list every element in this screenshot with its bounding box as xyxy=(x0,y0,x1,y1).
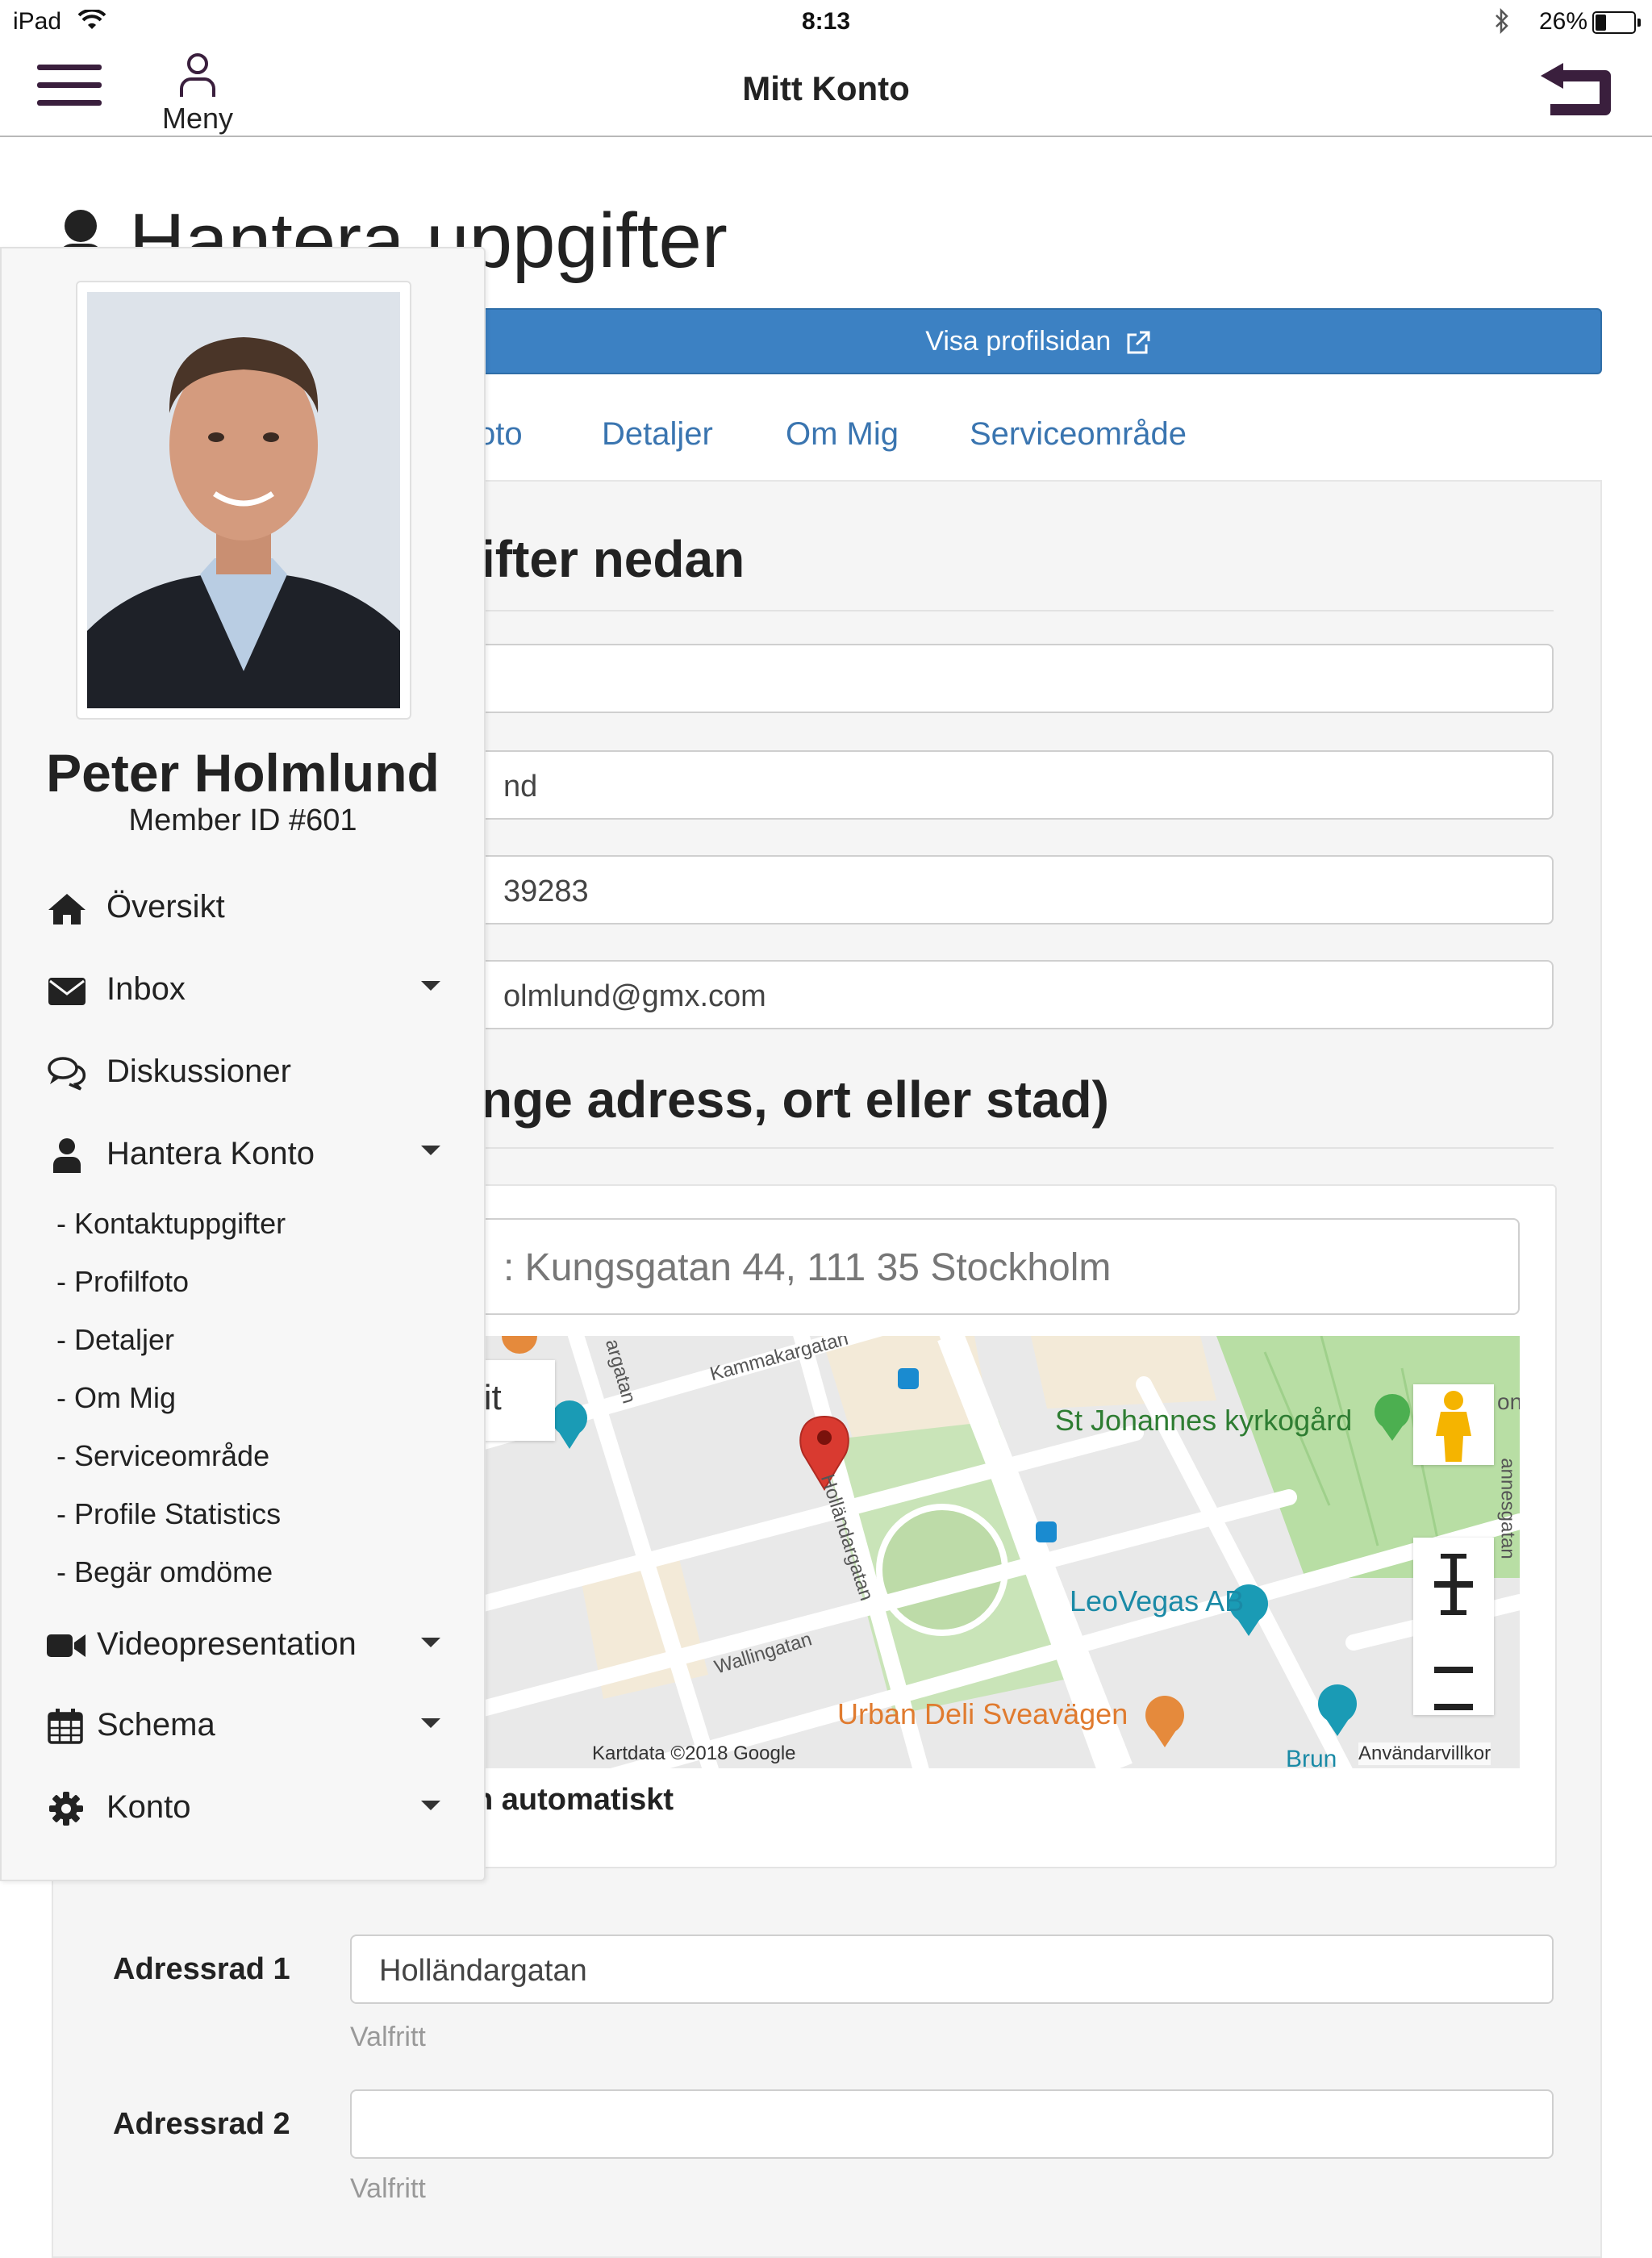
gear-icon xyxy=(49,1792,83,1826)
sidebar-subitem-profilfoto[interactable]: - Profilfoto xyxy=(56,1265,189,1299)
back-button[interactable] xyxy=(1534,58,1615,123)
sidebar-subitem-detaljer[interactable]: - Detaljer xyxy=(56,1323,174,1357)
address2-input[interactable] xyxy=(350,2089,1554,2159)
section-divider xyxy=(474,1147,1554,1149)
profile-photo-frame xyxy=(76,281,411,720)
comments-icon xyxy=(48,1057,86,1091)
battery-percent: 26% xyxy=(1538,8,1587,35)
map-layer-tile[interactable]: lit xyxy=(474,1360,555,1441)
map-label-brun: Brun xyxy=(1286,1746,1337,1768)
calendar-icon xyxy=(48,1709,83,1744)
address1-input[interactable]: Holländargatan xyxy=(350,1935,1554,2004)
videopresentation-caret-icon[interactable] xyxy=(421,1638,440,1647)
phone-input[interactable]: 39283 xyxy=(474,855,1554,924)
tab-detaljer[interactable]: Detaljer xyxy=(602,416,713,453)
map-label-leovegas: LeoVegas AB xyxy=(1070,1584,1245,1617)
map-copyright: Kartdata ©2018 Google xyxy=(592,1743,796,1764)
sidebar-item-label: Konto xyxy=(106,1789,191,1825)
return-arrow-icon xyxy=(1541,63,1611,115)
tab-om-mig[interactable]: Om Mig xyxy=(786,416,899,453)
contact-section-heading: ifter nedan xyxy=(481,530,745,588)
sidebar-item-label: Hantera Konto xyxy=(106,1136,315,1171)
view-profile-label: Visa profilsidan xyxy=(925,326,1112,357)
inbox-caret-icon[interactable] xyxy=(421,981,440,991)
bluetooth-icon xyxy=(1496,8,1508,34)
hantera-konto-caret-icon[interactable] xyxy=(421,1146,440,1155)
sidebar-item-label: Videopresentation xyxy=(97,1626,357,1662)
user-icon xyxy=(53,1138,81,1173)
sidebar-subitem-serviceomrade[interactable]: - Serviceområde xyxy=(56,1439,269,1473)
sidebar-item-label: Diskussioner xyxy=(106,1054,291,1089)
external-link-icon xyxy=(1127,331,1150,354)
status-time: 8:13 xyxy=(801,8,851,35)
first-name-input[interactable] xyxy=(474,644,1554,713)
sidebar-item-label: Inbox xyxy=(106,971,186,1007)
address1-label: Adressrad 1 xyxy=(113,1952,290,1986)
view-profile-button[interactable]: Visa profilsidan xyxy=(474,308,1602,374)
home-icon xyxy=(48,894,86,924)
sidebar-subitem-om-mig[interactable]: - Om Mig xyxy=(56,1381,176,1415)
map-label-urban-deli: Urban Deli Sveavägen xyxy=(837,1697,1128,1730)
address2-label: Adressrad 2 xyxy=(113,2107,290,2141)
street-view-button[interactable] xyxy=(1413,1384,1494,1465)
last-name-input[interactable]: nd xyxy=(474,750,1554,820)
battery-icon xyxy=(1592,11,1641,34)
map-label-annesgatan: annesgatan xyxy=(1496,1458,1519,1559)
zoom-out-icon[interactable] xyxy=(1413,1626,1494,1715)
address-section-heading: nge adress, ort eller stad) xyxy=(481,1071,1109,1129)
video-camera-icon xyxy=(47,1634,86,1657)
pegman-icon xyxy=(1436,1391,1471,1462)
zoom-in-icon[interactable] xyxy=(1413,1538,1494,1626)
sidebar-item-label: Översikt xyxy=(106,889,225,924)
address2-hint: Valfritt xyxy=(350,2173,426,2204)
top-nav-bar: Meny Mitt Konto xyxy=(0,45,1652,137)
nav-title: Mitt Konto xyxy=(742,69,910,107)
email-input[interactable]: olmlund@gmx.com xyxy=(474,960,1554,1029)
zoom-controls xyxy=(1413,1538,1494,1715)
member-id: Member ID #601 xyxy=(128,803,357,837)
status-bar: iPad 8:13 26% xyxy=(0,0,1652,45)
map-terms-link[interactable]: Användarvillkor xyxy=(1358,1743,1491,1765)
section-divider xyxy=(474,610,1554,611)
konto-caret-icon[interactable] xyxy=(421,1801,440,1810)
profile-photo[interactable] xyxy=(87,292,400,708)
schema-caret-icon[interactable] xyxy=(421,1718,440,1728)
sidebar-menu: Peter Holmlund Member ID #601 Översikt I… xyxy=(0,247,486,1881)
sidebar-subitem-profile-statistics[interactable]: - Profile Statistics xyxy=(56,1497,281,1531)
map-view[interactable]: lit Kammakargatan argatan St Johannes ky… xyxy=(474,1336,1520,1768)
profile-name: Peter Holmlund xyxy=(46,743,440,803)
sidebar-item-label: Schema xyxy=(97,1707,215,1743)
sidebar-subitem-kontaktuppgifter[interactable]: - Kontaktuppgifter xyxy=(56,1207,286,1241)
map-label-st-johannes: St Johannes kyrkogård xyxy=(1055,1404,1353,1437)
auto-fill-text: n automatiskt xyxy=(474,1783,674,1817)
envelope-icon xyxy=(48,978,86,1005)
sidebar-subitem-begar-omdome[interactable]: - Begär omdöme xyxy=(56,1555,273,1589)
tab-serviceomrade[interactable]: Serviceområde xyxy=(970,416,1187,453)
address-search-input[interactable]: : Kungsgatan 44, 111 35 Stockholm xyxy=(474,1218,1520,1315)
map-label-on: on xyxy=(1497,1389,1520,1414)
address1-hint: Valfritt xyxy=(350,2022,426,2052)
